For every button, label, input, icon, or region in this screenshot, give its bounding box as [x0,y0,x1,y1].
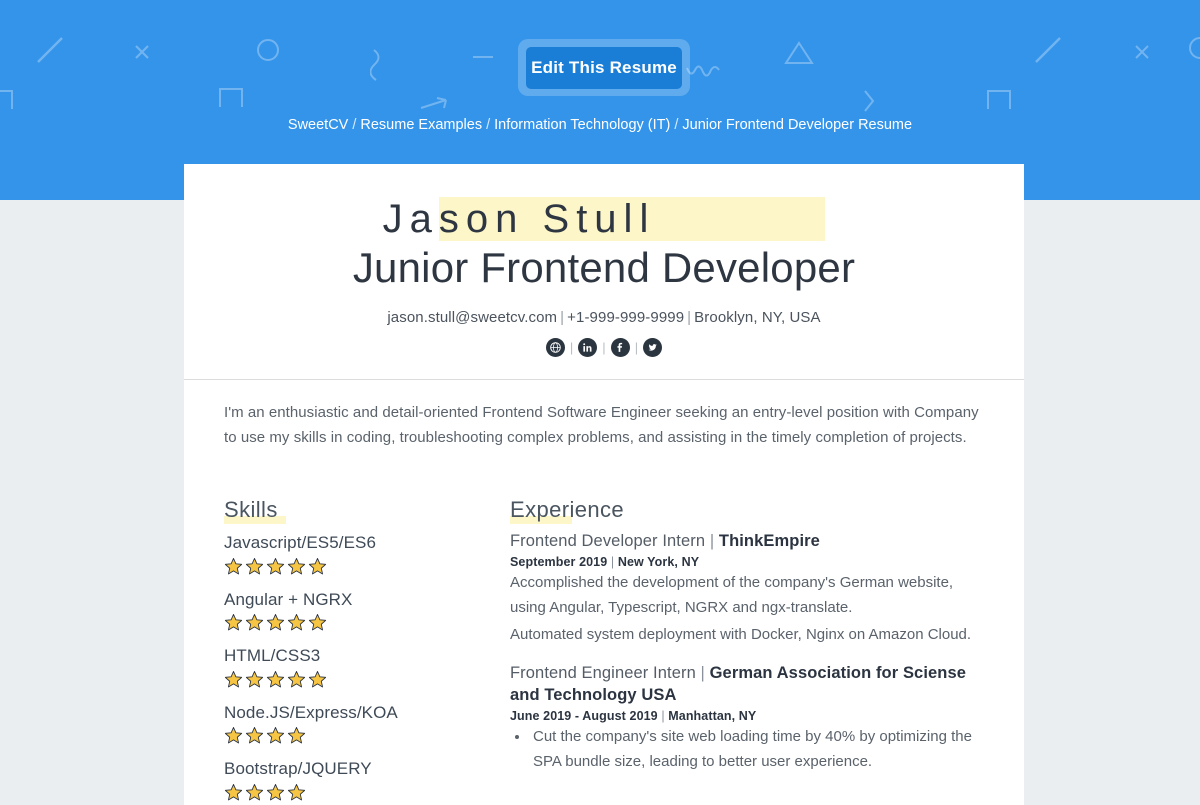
experience-company: ThinkEmpire [718,532,820,551]
experience-separator: | [709,532,715,551]
experience-section-heading-wrap: Experience [510,497,984,530]
linkedin-icon[interactable] [578,337,598,357]
skills-column: Skills Javascript/ES5/ES6 Angular + NGRX H… [224,497,510,805]
breadcrumb-item-resume-examples[interactable]: Resume Examples [360,117,482,133]
experience-title-highlight [510,516,572,525]
contact-location: Brooklyn, NY, USA [694,308,821,326]
resume-name-highlighted: son Stull [438,197,826,241]
skill-item: Bootstrap/JQUERY [224,756,492,802]
experience-list: Frontend Developer Intern | ThinkEmpire S… [510,530,984,775]
skills-title-highlight [224,516,286,525]
experience-separator: | [661,709,665,724]
experience-location: New York, NY [617,554,700,569]
skill-rating-stars [224,613,492,632]
experience-description-line: Automated system deployment with Docker,… [510,625,972,643]
experience-title-line: Frontend Developer Intern | ThinkEmpire [510,530,984,553]
facebook-icon[interactable] [610,337,630,357]
resume-name: Jason Stull [224,197,984,241]
contact-phone: +1-999-999-9999 [567,308,685,326]
skill-item: Javascript/ES5/ES6 [224,530,492,576]
bracket-shape-icon [986,88,1012,110]
breadcrumb-item-sweetcv[interactable]: SweetCV [288,117,348,133]
squiggle-shape-icon [370,48,386,82]
chevron-shape-icon [862,88,876,114]
resume-summary: I'm an enthusiastic and detail-oriented … [224,403,979,447]
experience-separator: | [610,554,615,569]
circle-shape-icon [1188,36,1200,60]
social-separator: | [602,339,606,355]
resume-body: Skills Javascript/ES5/ES6 Angular + NGRX H… [184,473,1024,805]
edit-resume-button-halo: Edit This Resume [518,39,690,96]
contact-separator: | [560,308,565,326]
skill-rating-stars [224,557,492,576]
wave-shape-icon [686,64,720,80]
edit-this-resume-button[interactable]: Edit This Resume [526,46,682,89]
skill-rating-stars [224,670,492,689]
skill-item: Node.JS/Express/KOA [224,700,492,746]
experience-title-line: Frontend Engineer Intern | German Associ… [510,662,984,708]
resume-job-title: Junior Frontend Developer [352,244,856,291]
experience-dates: June 2019 - August 2019 [510,709,658,724]
experience-column: Experience Frontend Developer Intern | T… [510,497,984,805]
skill-rating-stars [224,726,492,745]
skill-name: Angular + NGRX [224,589,353,609]
experience-dates: September 2019 [510,554,608,569]
skill-name: Javascript/ES5/ES6 [224,533,377,553]
skills-section-heading-wrap: Skills [224,497,492,530]
experience-bullet: Cut the company's site web loading time … [530,725,984,775]
skill-item: Angular + NGRX [224,587,492,633]
breadcrumb-separator: / [486,117,491,133]
resume-header: Jason Stull Junior Frontend Developer ja… [184,164,1024,380]
skills-section-title: Skills [224,497,286,525]
breadcrumb-separator: / [674,117,679,133]
social-links: | | | [224,337,984,357]
breadcrumb-item-information-technology[interactable]: Information Technology (IT) [494,117,670,133]
bracket-shape-icon [218,86,244,108]
slash-shape-icon [1034,36,1062,64]
social-separator: | [569,339,574,355]
arrow-shape-icon [420,96,448,110]
skills-list: Javascript/ES5/ES6 Angular + NGRX HTML/CSS… [224,530,492,802]
experience-description-line: Accomplished the development of the comp… [510,573,954,616]
website-icon[interactable] [545,337,565,357]
breadcrumb: SweetCV / Resume Examples / Information Tech… [0,117,1200,133]
breadcrumb-separator: / [352,117,357,133]
x-shape-icon [1134,44,1150,60]
skill-name: Bootstrap/JQUERY [224,759,372,779]
breadcrumb-item-current-page[interactable]: Junior Frontend Developer Resume [682,117,912,133]
contact-separator: | [687,308,692,326]
resume-name-plain: Ja [382,197,439,241]
skill-name: Node.JS/Express/KOA [224,702,398,722]
triangle-shape-icon [784,40,814,66]
dash-shape-icon [472,54,494,60]
experience-meta: September 2019 | New York, NY [510,555,984,569]
experience-role: Frontend Engineer Intern [510,663,696,682]
bracket-shape-icon [0,88,14,110]
experience-separator: | [700,663,705,682]
resume-document: Jason Stull Junior Frontend Developer ja… [184,164,1024,805]
x-shape-icon [134,44,150,60]
skill-name: HTML/CSS3 [224,646,321,666]
experience-section-title: Experience [510,497,625,525]
circle-shape-icon [256,38,280,62]
slash-shape-icon [36,36,64,64]
skill-rating-stars [224,783,492,802]
experience-bullet-list: Cut the company's site web loading time … [510,725,984,775]
experience-item: Frontend Engineer Intern | German Associ… [510,662,984,775]
experience-item: Frontend Developer Intern | ThinkEmpire S… [510,530,984,647]
social-separator: | [634,339,639,355]
resume-contact-line: jason.stull@sweetcv.com | +1-999-999-9999 |… [224,309,984,326]
skill-item: HTML/CSS3 [224,643,492,689]
contact-email: jason.stull@sweetcv.com [387,308,558,326]
experience-role: Frontend Developer Intern [510,532,706,551]
experience-location: Manhattan, NY [668,709,757,724]
twitter-icon[interactable] [643,337,663,357]
experience-meta: June 2019 - August 2019 | Manhattan, NY [510,709,984,723]
